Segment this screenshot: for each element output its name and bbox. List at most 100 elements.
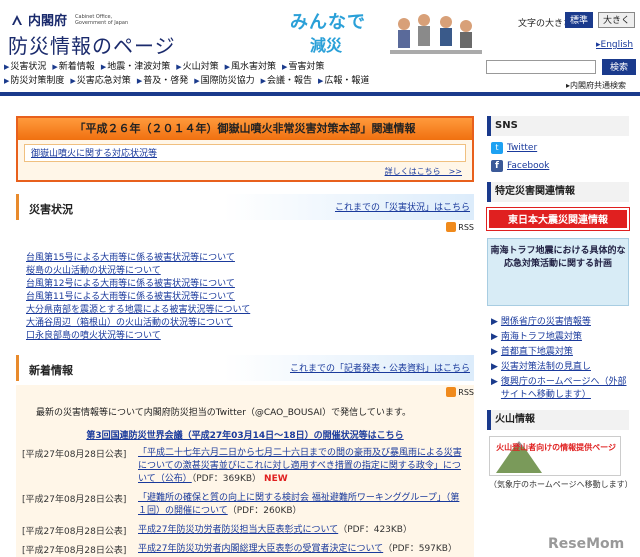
disaster-section-header: 災害状況 これまでの「災害状況」はこちら RSS xyxy=(16,194,474,232)
nav-item-label: 地震・津波対策 xyxy=(107,61,171,72)
search-button[interactable]: 検索 xyxy=(602,59,636,75)
nav-item-label: 風水害対策 xyxy=(231,61,277,72)
site-header: 内閣府 Cabinet Office, Government of Japan … xyxy=(0,0,640,96)
conference-link[interactable]: 第3回国連防災世界会議（平成27年03月14日～18日）の開催状況等はこちら xyxy=(22,428,468,441)
global-nav: ▶災害状況 ▶新着情報 ▶地震・津波対策 ▶火山対策 ▶風水害対策 ▶雪害対策 ▶防災対策… xyxy=(0,58,470,86)
disaster-link[interactable]: 台風第11号による大雨等に係る被害状況等について xyxy=(26,292,235,302)
east-japan-earthquake-banner[interactable]: 東日本大震災関連情報 xyxy=(486,207,630,231)
headquarters-title: 「平成２６年（２０１４年）御嶽山噴火非常災害対策本部」関連情報 xyxy=(18,118,472,140)
disaster-link[interactable]: 台風第12号による大雨等に係る被害状況等について xyxy=(26,279,235,289)
headquarters-item-link[interactable]: 御嶽山噴火に関する対応状況等 xyxy=(31,149,157,159)
nav-item[interactable]: ▶災害状況 xyxy=(4,59,46,72)
nav-item[interactable]: ▶普及・啓発 xyxy=(137,73,188,86)
facebook-link[interactable]: f Facebook xyxy=(491,160,629,172)
twitter-icon: t xyxy=(491,142,503,154)
twitter-link[interactable]: t Twitter xyxy=(491,142,629,154)
special-disaster-heading: 特定災害関連情報 xyxy=(487,182,629,202)
nav-item-label: 防災対策制度 xyxy=(10,75,65,86)
headquarters-item[interactable]: 御嶽山噴火に関する対応状況等 xyxy=(24,144,466,162)
volcano-heading: 火山情報 xyxy=(487,410,629,430)
sidebar-link-item[interactable]: ▶ 復興庁のホームページへ（外部サイトへ移動します） xyxy=(491,376,629,402)
nav-item[interactable]: ▶会議・報告 xyxy=(261,73,312,86)
disaster-link[interactable]: 口永良部島の噴火状況等について xyxy=(26,331,161,341)
nankai-plan-banner[interactable]: 南海トラフ地震における具体的な応急対策活動に関する計画 xyxy=(487,238,629,306)
nav-arrow-icon: ▶ xyxy=(70,76,76,85)
nav-item[interactable]: ▶風水害対策 xyxy=(225,59,276,72)
nav-item[interactable]: ▶火山対策 xyxy=(176,59,218,72)
nav-item[interactable]: ▶防災対策制度 xyxy=(4,73,64,86)
nav-item[interactable]: ▶広報・報道 xyxy=(318,73,369,86)
sidebar-link-item[interactable]: ▶ 首都直下地震対策 xyxy=(491,346,629,359)
list-item: 台風第11号による大雨等に係る被害状況等について xyxy=(26,291,474,304)
headquarters-more-link[interactable]: 詳しくはこちら >> xyxy=(385,166,462,177)
news-file-meta: （PDF：597KB） xyxy=(383,544,457,554)
news-entry: 「避難所の確保と質の向上に関する検討会 福祉避難所ワーキンググループ」（第１回）… xyxy=(138,492,468,518)
news-link[interactable]: 「平成二十七年六月二日から七月二十六日までの間の豪雨及び暴風雨による災害について… xyxy=(138,448,462,484)
cabinet-office-logo[interactable]: 内閣府 Cabinet Office, Government of Japan xyxy=(10,10,135,29)
rss-label: RSS xyxy=(458,222,474,232)
list-item: 口永良部島の噴火状況等について xyxy=(26,330,474,343)
nav-item[interactable]: ▶新着情報 xyxy=(52,59,94,72)
disaster-link[interactable]: 大涌谷周辺（箱根山）の火山活動の状況等について xyxy=(26,318,233,328)
arrow-icon: ▶ xyxy=(491,332,498,342)
nav-arrow-icon: ▶ xyxy=(4,76,10,85)
arrow-icon: ▶ xyxy=(491,347,498,357)
disaster-archive-link[interactable]: これまでの「災害状況」はこちら xyxy=(335,200,470,213)
rss-icon xyxy=(446,387,457,397)
list-item: 台風第12号による大雨等に係る被害状況等について xyxy=(26,278,474,291)
nav-item-label: 火山対策 xyxy=(182,61,219,72)
nav-item[interactable]: ▶災害応急対策 xyxy=(70,73,130,86)
news-file-meta: （PDF：369KB） xyxy=(191,474,262,484)
news-file-meta: （PDF：423KB） xyxy=(338,525,412,535)
resemom-watermark: ReseMom xyxy=(548,536,625,552)
banner-line-2: 減災 xyxy=(310,36,343,55)
nav-item[interactable]: ▶国際防災協力 xyxy=(194,73,254,86)
sidebar-link[interactable]: 災害対策法制の見直し xyxy=(501,361,591,374)
facebook-icon: f xyxy=(491,160,503,172)
news-entry: 「平成二十七年六月二日から七月二十六日までの間の豪雨及び暴風雨による災害について… xyxy=(138,447,468,486)
news-row: [平成27年08月28日公表] 平成27年防災功労者防災担当大臣表彰式について（P… xyxy=(22,524,468,537)
arrow-icon: ▶ xyxy=(491,317,498,327)
news-list: [平成27年08月28日公表] 「平成二十七年六月二日から七月二十六日までの間の豪… xyxy=(22,447,468,556)
english-label: English xyxy=(600,40,634,50)
text-size-label: 文字の大きさ xyxy=(518,19,573,29)
disaster-link[interactable]: 台風第15号による大雨等に係る被害状況等について xyxy=(26,253,235,263)
portal-search-link[interactable]: ▸内閣府共通検索 xyxy=(566,80,626,91)
disaster-link[interactable]: 桜島の火山活動の状況等について xyxy=(26,266,161,276)
nav-item[interactable]: ▶地震・津波対策 xyxy=(101,59,170,72)
conference-link-text[interactable]: 第3回国連防災世界会議（平成27年03月14日～18日）の開催状況等はこちら xyxy=(86,431,403,441)
sidebar-link-item[interactable]: ▶ 南海トラフ地震対策 xyxy=(491,331,629,344)
news-archive-link[interactable]: これまでの「記者発表・公表資料」はこちら xyxy=(290,361,470,374)
cabinet-logo-icon xyxy=(12,14,22,25)
sidebar-link-item[interactable]: ▶ 関係省庁の災害情報等 xyxy=(491,316,629,329)
sidebar-link[interactable]: 南海トラフ地震対策 xyxy=(501,331,582,344)
text-size-standard-button[interactable]: 標準 xyxy=(565,12,594,28)
sidebar-link-item[interactable]: ▶ 災害対策法制の見直し xyxy=(491,361,629,374)
headquarters-box: 「平成２６年（２０１４年）御嶽山噴火非常災害対策本部」関連情報 御嶽山噴火に関す… xyxy=(16,116,474,182)
nav-item-label: 会議・報告 xyxy=(267,75,313,86)
volcano-info-banner[interactable]: 火山登山者向けの情報提供ページ xyxy=(489,436,621,476)
news-row: [平成27年08月28日公表] 「避難所の確保と質の向上に関する検討会 福祉避難所… xyxy=(22,492,468,518)
minna-de-gensai-banner[interactable]: みんなで 減災 xyxy=(280,4,485,60)
news-section-header: 新着情報 これまでの「記者発表・公表資料」はこちら xyxy=(16,355,474,381)
sidebar-link[interactable]: 関係省庁の災害情報等 xyxy=(501,316,591,329)
nav-arrow-icon: ▶ xyxy=(136,76,143,85)
facebook-label[interactable]: Facebook xyxy=(507,161,549,171)
news-date: [平成27年08月28日公表] xyxy=(22,527,127,537)
header-divider xyxy=(0,92,640,96)
nav-item[interactable]: ▶雪害対策 xyxy=(282,59,324,72)
disaster-rss-link[interactable]: RSS xyxy=(446,222,474,232)
twitter-label[interactable]: Twitter xyxy=(507,143,537,153)
list-item: 台風第15号による大雨等に係る被害状況等について xyxy=(26,252,474,265)
english-link[interactable]: ▸English xyxy=(596,40,633,50)
sidebar-link[interactable]: 首都直下地震対策 xyxy=(501,346,573,359)
news-row: [平成27年08月28日公表] 「平成二十七年六月二日から七月二十六日までの間の豪… xyxy=(22,447,468,486)
text-size-large-button[interactable]: 大きく xyxy=(598,12,636,28)
sidebar-link[interactable]: 復興庁のホームページへ（外部サイトへ移動します） xyxy=(501,376,629,402)
nav-item-label: 新着情報 xyxy=(58,61,95,72)
search-input[interactable] xyxy=(486,60,596,74)
news-link[interactable]: 平成27年防災功労者防災担当大臣表彰式について xyxy=(138,525,338,535)
news-link[interactable]: 平成27年防災功労者内閣総理大臣表彰の受賞者決定について xyxy=(138,544,383,554)
disaster-link[interactable]: 大分県南部を震源とする地震による被害状況等について xyxy=(26,305,250,315)
news-rss-link[interactable]: RSS xyxy=(446,387,474,397)
